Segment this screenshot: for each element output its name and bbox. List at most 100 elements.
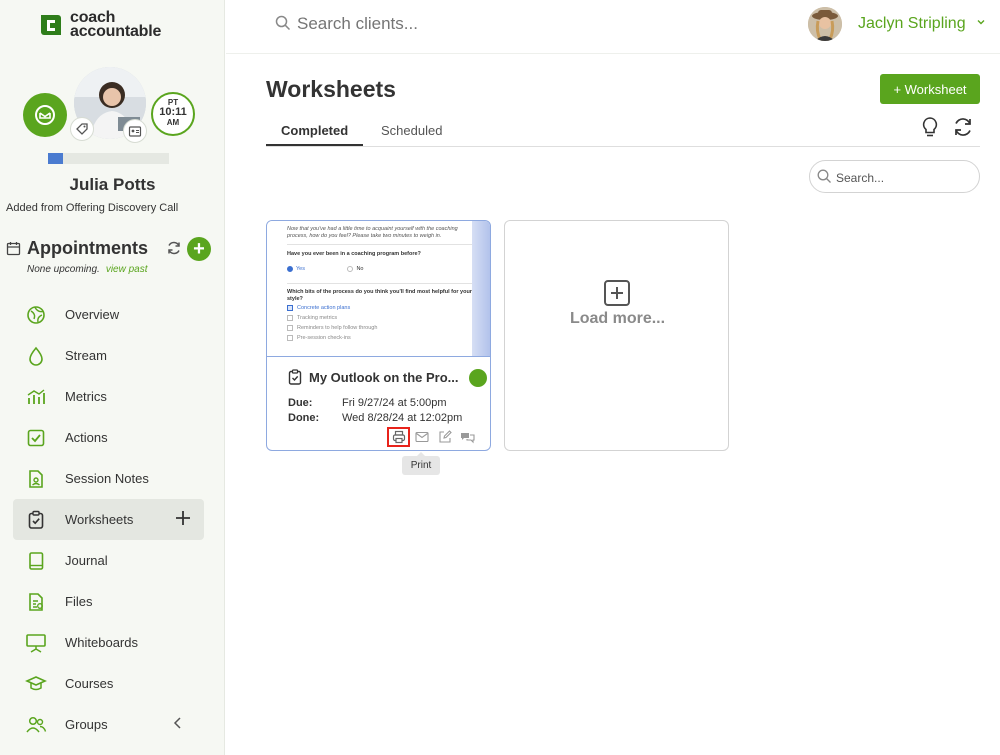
printer-icon [392,430,405,444]
appointments-refresh-button[interactable] [166,240,182,261]
sidebar-item-courses[interactable]: Courses [13,663,204,704]
refresh-worksheets-button[interactable] [952,116,974,143]
message-client-button[interactable] [23,93,67,137]
chat-bubbles-icon [461,432,475,443]
worksheet-actions [387,427,479,447]
logo-mark-icon [38,12,64,38]
search-clients-input[interactable] [297,14,597,34]
id-card-icon [128,126,142,137]
add-worksheet-sidebar-button[interactable] [174,509,192,532]
session-notes-icon [25,468,47,490]
preview-intro: Now that you've had a little time to acq… [287,226,458,239]
preview-option: Concrete action plans [287,303,472,313]
done-row: Done: Wed 8/28/24 at 12:02pm [288,412,462,424]
logo-text: coach accountable [70,9,162,40]
email-button[interactable] [410,427,433,447]
sidebar-item-whiteboards[interactable]: Whiteboards [13,622,204,663]
tag-badge-button[interactable] [70,117,94,141]
print-tooltip: Print [402,452,440,475]
collapse-sidebar-button[interactable] [172,716,184,735]
due-row: Due: Fri 9/27/24 at 5:00pm [288,397,447,409]
sidebar-item-actions[interactable]: Actions [13,417,204,458]
app-logo[interactable]: coach accountable [38,9,162,40]
contact-card-button[interactable] [123,119,147,143]
sidebar-item-journal[interactable]: Journal [13,540,204,581]
sidebar-item-label: Actions [65,430,108,445]
preview-option-label: Tracking metrics [297,315,338,321]
search-icon [275,15,291,31]
sidebar-item-label: Journal [65,553,108,568]
sidebar-item-files[interactable]: Files [13,581,204,622]
sidebar-item-label: Overview [65,307,120,322]
worksheet-preview-page: Now that you've had a little time to acq… [287,221,472,356]
appointments-header: Appointments [6,238,148,259]
search-icon [817,169,831,183]
sidebar-item-worksheets[interactable]: Worksheets [13,499,204,540]
chevron-down-icon[interactable] [976,18,986,26]
sidebar-item-overview[interactable]: Overview [13,294,204,335]
sidebar-item-stream[interactable]: Stream [13,335,204,376]
sidebar-item-groups[interactable]: Groups [13,704,204,745]
checkbox-icon [287,315,293,321]
checkbox-icon [287,305,293,311]
overview-icon [25,304,47,326]
preview-radio-label: Yes [296,266,305,272]
load-more-label: Load more... [569,310,666,327]
client-name: Julia Potts [69,175,156,194]
comments-button[interactable] [456,427,479,447]
user-name[interactable]: Jaclyn Stripling [858,15,966,33]
actions-icon [25,427,47,449]
tab-completed[interactable]: Completed [281,123,348,138]
sidebar-item-label: Files [65,594,93,609]
sidebar-item-session-notes[interactable]: Session Notes [13,458,204,499]
load-more-card[interactable]: Load more... [504,220,729,451]
preview-option-label: Reminders to help follow through [297,325,378,331]
envelope-icon [414,431,429,443]
add-worksheet-button[interactable]: + Worksheet [880,74,980,104]
preview-option: Pre-session check-ins [287,333,472,343]
preview-radio-group: Yes No [287,259,472,277]
done-label: Done: [288,412,320,424]
client-local-time: PT 10:11 AM [151,92,195,136]
done-value: Wed 8/28/24 at 12:02pm [342,412,463,424]
appointments-status: None upcoming. view past [27,264,148,275]
worksheet-preview[interactable]: Now that you've had a little time to acq… [267,221,490,356]
print-button[interactable] [387,427,410,447]
tips-button[interactable] [920,116,940,143]
sidebar-item-label: Groups [65,717,108,732]
add-appointment-button[interactable]: + [187,237,211,261]
edit-button[interactable] [433,427,456,447]
calendar-icon [6,242,21,256]
clipboard-check-icon [288,369,302,385]
preview-question: Which bits of the process do you think y… [287,289,472,302]
worksheet-title-row: My Outlook on the Pro... [288,369,488,385]
worksheet-title[interactable]: My Outlook on the Pro... [309,370,469,385]
user-avatar[interactable] [808,7,842,41]
plus-square-icon [604,280,630,306]
worksheet-card[interactable]: Now that you've had a little time to acq… [266,220,491,451]
client-progress-fill [48,153,63,164]
due-value: Fri 9/27/24 at 5:00pm [342,397,447,409]
client-source: Added from Offering Discovery Call [6,202,179,214]
stream-icon [25,345,47,367]
due-label: Due: [288,397,313,409]
pencil-square-icon [438,430,452,443]
sidebar-item-metrics[interactable]: Metrics [13,376,204,417]
tag-icon [76,123,88,135]
sidebar-item-label: Whiteboards [65,635,138,650]
whiteboards-icon [25,632,47,654]
view-past-link[interactable]: view past [106,264,148,275]
tab-scheduled[interactable]: Scheduled [381,123,442,138]
lightbulb-icon [922,117,938,137]
radio-dot-icon [347,266,354,272]
worksheet-search-input[interactable]: Search... [809,160,980,193]
preview-question: Have you ever been in a coaching program… [287,251,421,257]
preview-divider [287,244,472,245]
chevron-left-icon [173,717,181,729]
files-icon [25,591,47,613]
checkbox-icon [287,335,293,341]
client-progress-bar [48,153,169,164]
envelope-icon [35,105,55,125]
sidebar-item-label: Worksheets [65,512,134,527]
preview-radio-yes: Yes [287,266,305,272]
